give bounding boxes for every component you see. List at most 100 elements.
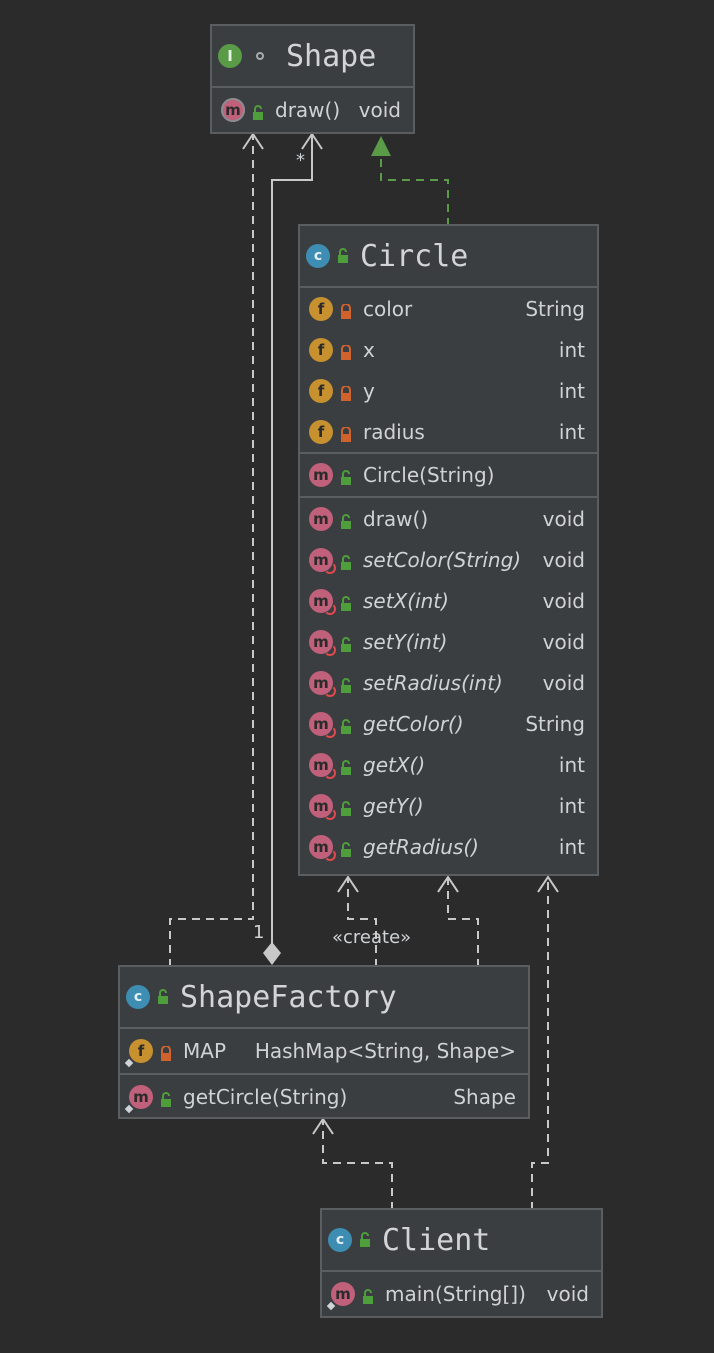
method-icon: m [309,752,336,779]
method-row[interactable]: m setRadius(int) void [300,662,597,703]
create-dependency [347,877,377,967]
public-lock-icon [339,634,353,652]
field-name: radius [363,419,425,444]
private-lock-icon [339,342,353,360]
method-name: draw() [275,98,341,122]
field-row[interactable]: f y int [300,370,597,411]
field-name: x [363,337,375,362]
private-lock-icon [339,383,353,401]
method-icon: m [309,588,336,615]
client-class-box[interactable]: c Client m main(String[]) void [320,1208,603,1318]
private-lock-icon [159,1043,173,1061]
method-icon: m [309,463,333,487]
field-name: color [363,296,413,321]
method-row[interactable]: m getColor() String [300,703,597,744]
public-lock-icon [156,989,170,1005]
return-type: int [558,834,585,859]
field-row[interactable]: f radius int [300,411,597,452]
return-type: int [558,752,585,777]
composition-diamond [263,942,281,965]
circle-class-box[interactable]: c Circle f color String f x int f y int f radius in… [298,224,599,876]
method-row[interactable]: m draw() void [300,498,597,539]
package-visibility-icon [256,52,264,60]
method-row[interactable]: m setColor(String) void [300,539,597,580]
method-row[interactable]: m main(String[]) void [322,1272,601,1316]
public-lock-icon [251,102,265,120]
public-lock-icon [339,839,353,857]
return-type: void [542,629,585,654]
method-row[interactable]: m setX(int) void [300,580,597,621]
public-lock-icon [339,467,353,485]
return-type: Shape [453,1085,516,1109]
method-name: Circle(String) [363,463,495,487]
method-row[interactable]: m getY() int [300,785,597,826]
interface-icon: I [218,44,242,68]
return-type: void [542,670,585,695]
method-name: getRadius() [363,834,479,859]
field-icon: f [309,378,333,403]
factory-circle-dependency [447,877,479,967]
method-row[interactable]: m getX() int [300,744,597,785]
field-icon: f [309,337,333,362]
public-lock-icon [339,757,353,775]
shapefactory-class-box[interactable]: c ShapeFactory f MAP HashMap<String, Shape… [118,965,530,1119]
method-row[interactable]: m setY(int) void [300,621,597,662]
return-type: void [546,1282,589,1306]
field-name: MAP [183,1039,226,1063]
field-row[interactable]: f color String [300,288,597,329]
method-icon: m [309,670,336,697]
shape-interface-box[interactable]: I Shape m draw() void [210,24,415,134]
method-name: draw() [363,506,429,531]
method-row[interactable]: m draw() void [212,88,413,132]
field-icon: f [309,419,333,444]
multiplicity-one-label: 1 [253,922,265,943]
public-lock-icon [339,511,353,529]
method-icon: m [221,98,245,122]
method-name: getY() [363,793,424,818]
public-lock-icon [159,1089,173,1107]
class-icon: c [126,985,150,1009]
method-name: getCircle(String) [183,1085,348,1109]
public-lock-icon [361,1286,375,1304]
public-lock-icon [336,248,350,264]
constructor-row[interactable]: m Circle(String) [300,454,597,496]
method-icon: m [309,547,336,574]
public-lock-icon [339,675,353,693]
class-title: Shape [286,38,377,74]
public-lock-icon [339,552,353,570]
method-icon: m [309,793,336,820]
class-title: Client [382,1222,491,1258]
field-row[interactable]: f x int [300,329,597,370]
method-row[interactable]: m getCircle(String) Shape [120,1075,528,1119]
method-icon: m [309,629,336,656]
class-title: ShapeFactory [180,979,397,1015]
method-icon: m [331,1282,355,1306]
field-type: int [558,378,585,403]
method-name: getColor() [363,711,464,736]
return-type: String [525,711,585,736]
return-type: void [542,547,585,572]
private-lock-icon [339,424,353,442]
field-type: String [525,296,585,321]
field-row[interactable]: f MAP HashMap<String, Shape> [120,1029,528,1073]
public-lock-icon [339,716,353,734]
realization-arrowhead [371,136,391,156]
client-factory-dependency [322,1119,393,1210]
realization-line [380,157,449,226]
method-name: setColor(String) [363,547,522,572]
field-name: y [363,378,375,403]
method-name: getX() [363,752,426,777]
field-type: int [558,337,585,362]
client-circle-dependency [531,877,549,1210]
method-name: setY(int) [363,629,448,654]
create-stereotype-label: «create» [332,927,412,948]
method-row[interactable]: m getRadius() int [300,826,597,867]
return-type: void [542,506,585,531]
runnable-class-icon: c [328,1228,352,1252]
field-type: int [558,419,585,444]
method-name: setX(int) [363,588,449,613]
class-title: Circle [360,238,469,274]
method-icon: m [129,1085,153,1109]
method-icon: m [309,834,336,861]
public-lock-icon [358,1232,372,1248]
